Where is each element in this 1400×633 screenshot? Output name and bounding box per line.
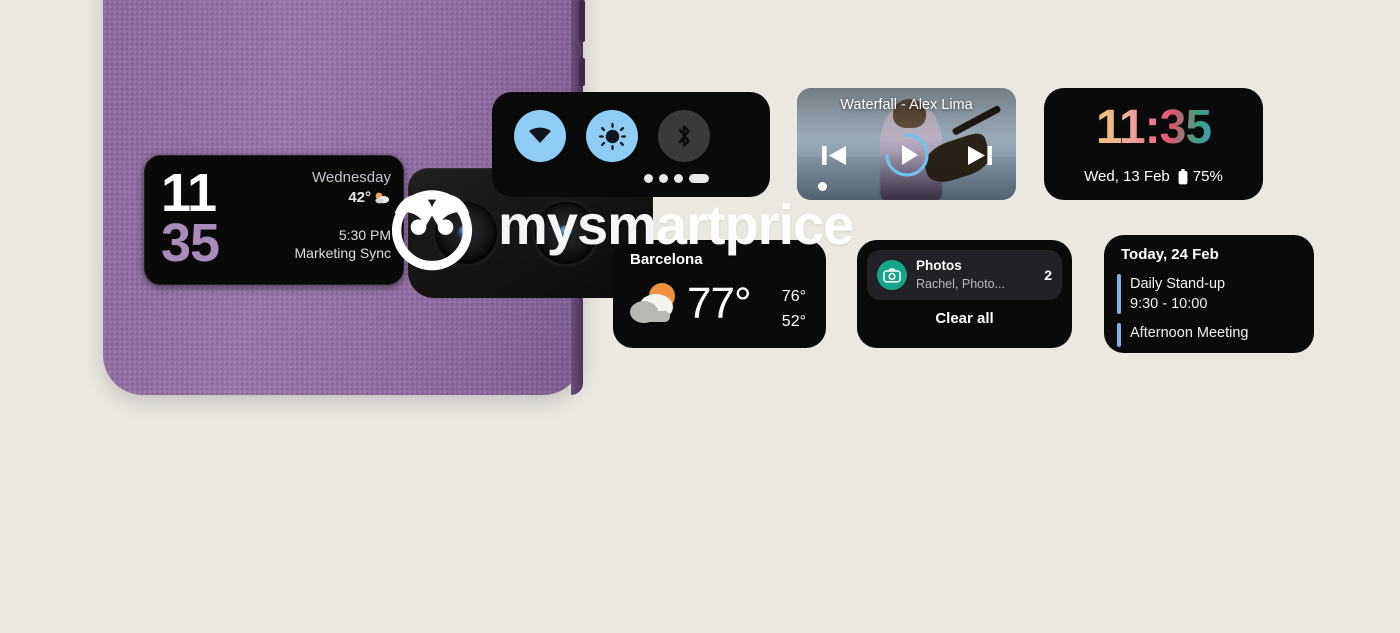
camera-lens-ultrawide <box>535 202 597 264</box>
brightness-icon <box>598 122 626 150</box>
bluetooth-toggle-button[interactable] <box>658 110 710 162</box>
clear-all-button[interactable]: Clear all <box>857 310 1072 327</box>
quick-settings-toggles <box>514 110 710 162</box>
music-player-widget[interactable]: Waterfall - Alex Lima <box>797 88 1016 200</box>
camera-icon <box>877 260 907 290</box>
skip-previous-icon[interactable] <box>821 143 848 168</box>
camera-lens-main <box>435 202 497 264</box>
clock-time: 11:35 <box>1044 104 1263 152</box>
weather-high: 76° <box>781 288 806 305</box>
weather-main: 77° <box>627 279 752 328</box>
clock-date: Wed, 13 Feb <box>1084 168 1170 185</box>
battery-icon <box>1178 168 1188 184</box>
phone-device: 11 35 Wednesday 42° 5:30 PM Marketing Sy… <box>103 0 653 395</box>
event-accent-bar <box>1117 274 1121 314</box>
weather-degree-symbol: ° <box>733 279 752 328</box>
event-time: 9:30 - 10:00 <box>1130 296 1208 312</box>
page-dot <box>644 174 653 183</box>
event-text: Daily Stand-up 9:30 - 10:00 <box>1130 274 1225 314</box>
cover-clock: 11 35 <box>161 163 220 273</box>
event-accent-bar <box>1117 323 1121 347</box>
event-name: Daily Stand-up <box>1130 276 1226 292</box>
quick-settings-page-dots[interactable] <box>644 174 709 183</box>
phone-side-button-volume-down[interactable] <box>579 58 585 86</box>
wifi-icon <box>529 127 551 143</box>
cover-display-screen[interactable]: 11 35 Wednesday 42° 5:30 PM Marketing Sy… <box>144 155 404 285</box>
notification-count-badge: 2 <box>1044 267 1052 283</box>
quick-settings-widget[interactable] <box>492 92 770 197</box>
cover-clock-hours: 11 <box>161 163 217 223</box>
event-name: Afternoon Meeting <box>1130 325 1249 341</box>
calendar-widget[interactable]: Today, 24 Feb Daily Stand-up 9:30 - 10:0… <box>1104 235 1314 353</box>
music-controls <box>797 132 1016 178</box>
phone-side-button-volume-up[interactable] <box>579 0 585 42</box>
partly-cloudy-icon <box>375 192 390 204</box>
notification-item[interactable]: Photos Rachel, Photo... 2 <box>867 250 1062 300</box>
weather-temperature: 77° <box>687 279 752 328</box>
cover-day-label: Wednesday <box>312 169 391 186</box>
camera-glyph-icon <box>883 267 901 283</box>
cover-clock-minutes: 35 <box>161 212 220 273</box>
cover-event-name: Marketing Sync <box>294 245 391 261</box>
event-text: Afternoon Meeting <box>1130 323 1249 347</box>
skip-next-icon[interactable] <box>966 143 993 168</box>
page-dot-active <box>689 174 709 183</box>
calendar-date-title: Today, 24 Feb <box>1121 246 1219 263</box>
brightness-toggle-button[interactable] <box>586 110 638 162</box>
notification-app-name: Photos <box>916 258 962 273</box>
music-track-title: Waterfall - Alex Lima <box>840 97 973 113</box>
notification-preview: Rachel, Photo... <box>916 277 1005 291</box>
notification-text: Photos Rachel, Photo... <box>916 257 1038 293</box>
notifications-widget[interactable]: Photos Rachel, Photo... 2 Clear all <box>857 240 1072 348</box>
clock-subline: Wed, 13 Feb 75% <box>1044 168 1263 185</box>
weather-city: Barcelona <box>630 251 703 268</box>
cover-event-block: 5:30 PM Marketing Sync <box>241 227 391 261</box>
play-icon[interactable] <box>884 132 930 178</box>
battery-status: 75% <box>1178 168 1223 185</box>
music-page-dot <box>818 182 827 191</box>
weather-high-low: 76° 52° <box>782 285 806 335</box>
cover-temp-row: 42° <box>251 189 391 206</box>
cover-event-time: 5:30 PM <box>338 227 391 243</box>
partly-cloudy-icon <box>630 283 675 323</box>
cover-weather-block: Wednesday 42° <box>251 169 391 206</box>
clock-widget[interactable]: 11:35 Wed, 13 Feb 75% <box>1044 88 1263 200</box>
wifi-toggle-button[interactable] <box>514 110 566 162</box>
cover-temperature: 42° <box>348 189 371 206</box>
weather-widget[interactable]: Barcelona 77° 76° 52° <box>613 240 826 348</box>
bluetooth-icon <box>678 125 690 147</box>
battery-percent: 75% <box>1192 168 1223 185</box>
page-dot <box>674 174 683 183</box>
weather-low: 52° <box>781 312 806 330</box>
page-dot <box>659 174 668 183</box>
calendar-event[interactable]: Afternoon Meeting <box>1117 323 1249 347</box>
calendar-event[interactable]: Daily Stand-up 9:30 - 10:00 <box>1117 274 1225 314</box>
weather-temp-value: 77 <box>687 279 735 328</box>
